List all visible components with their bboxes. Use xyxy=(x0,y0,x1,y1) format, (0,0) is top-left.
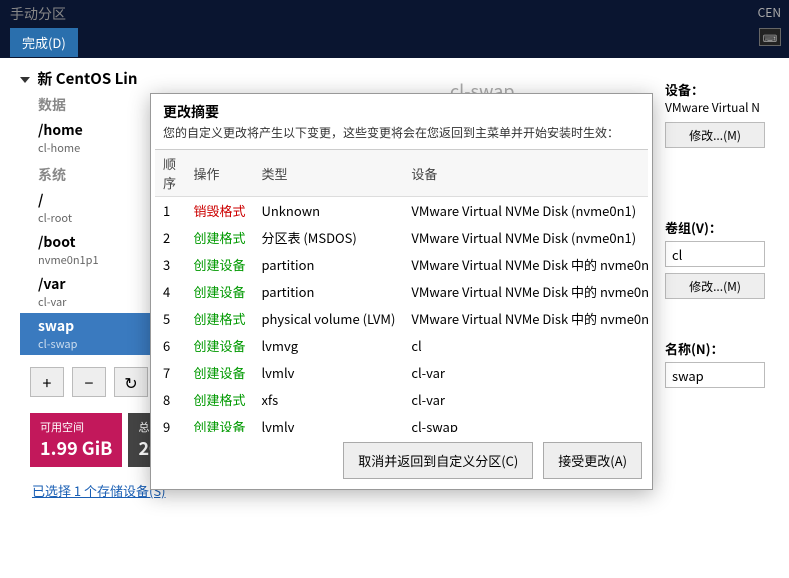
cancel-button[interactable]: 取消并返回到自定义分区(C) xyxy=(343,442,533,479)
table-row[interactable]: 1销毁格式UnknownVMware Virtual NVMe Disk (nv… xyxy=(155,197,648,225)
table-row[interactable]: 9创建设备lvmlvcl-swap xyxy=(155,413,648,432)
vg-modify-button[interactable]: 修改...(M) xyxy=(665,273,765,299)
cell-type: xfs xyxy=(253,386,403,413)
table-row[interactable]: 7创建设备lvmlvcl-var xyxy=(155,359,648,386)
name-input[interactable] xyxy=(665,362,765,388)
cell-action: 销毁格式 xyxy=(185,197,253,225)
device-label: 设备： xyxy=(665,80,785,99)
cell-action: 创建格式 xyxy=(185,224,253,251)
cell-device: cl-var xyxy=(403,359,648,386)
cell-type: physical volume (LVM) xyxy=(253,305,403,332)
cell-action: 创建设备 xyxy=(185,251,253,278)
page-title: 手动分区 xyxy=(10,0,779,24)
col-action: 操作 xyxy=(185,150,253,197)
cell-action: 创建格式 xyxy=(185,386,253,413)
table-row[interactable]: 6创建设备lvmvgcl xyxy=(155,332,648,359)
right-panel: 设备： VMware Virtual N 修改...(M) 卷组(V)： 修改.… xyxy=(665,70,785,388)
dialog-table-wrap: 顺序 操作 类型 设备 1销毁格式UnknownVMware Virtual N… xyxy=(155,149,648,432)
name-label: 名称(N)： xyxy=(665,339,785,358)
cell-type: partition xyxy=(253,278,403,305)
changes-table: 顺序 操作 类型 设备 1销毁格式UnknownVMware Virtual N… xyxy=(155,150,648,432)
new-install-header[interactable]: 新 CentOS Lin xyxy=(20,68,280,89)
vg-select[interactable] xyxy=(665,241,765,267)
cell-order: 5 xyxy=(155,305,185,332)
cell-device: VMware Virtual NVMe Disk 中的 nvme0n1p xyxy=(403,305,648,332)
cell-order: 3 xyxy=(155,251,185,278)
col-order: 顺序 xyxy=(155,150,185,197)
cell-order: 7 xyxy=(155,359,185,386)
table-row[interactable]: 5创建格式physical volume (LVM)VMware Virtual… xyxy=(155,305,648,332)
col-device: 设备 xyxy=(403,150,648,197)
cell-order: 4 xyxy=(155,278,185,305)
dialog-title: 更改摘要 xyxy=(151,94,652,124)
remove-mount-button[interactable]: − xyxy=(72,367,106,397)
cell-order: 8 xyxy=(155,386,185,413)
cell-action: 创建设备 xyxy=(185,332,253,359)
cell-type: lvmlv xyxy=(253,359,403,386)
table-header-row: 顺序 操作 类型 设备 xyxy=(155,150,648,197)
change-summary-dialog: 更改摘要 您的自定义更改将产生以下变更，这些变更将会在您返回到主菜单并开始安装时… xyxy=(150,93,653,490)
cell-order: 1 xyxy=(155,197,185,225)
chevron-down-icon xyxy=(20,77,30,83)
cell-order: 6 xyxy=(155,332,185,359)
cell-order: 9 xyxy=(155,413,185,432)
cell-type: Unknown xyxy=(253,197,403,225)
cell-type: 分区表 (MSDOS) xyxy=(253,224,403,251)
cell-device: VMware Virtual NVMe Disk (nvme0n1) xyxy=(403,224,648,251)
available-space-box: 可用空间 1.99 GiB xyxy=(30,413,122,467)
cell-type: lvmvg xyxy=(253,332,403,359)
available-space-label: 可用空间 xyxy=(40,419,112,435)
cell-order: 2 xyxy=(155,224,185,251)
accept-button[interactable]: 接受更改(A) xyxy=(543,442,642,479)
cell-type: lvmlv xyxy=(253,413,403,432)
cell-device: cl-swap xyxy=(403,413,648,432)
cell-device: cl-var xyxy=(403,386,648,413)
table-row[interactable]: 3创建设备partitionVMware Virtual NVMe Disk 中… xyxy=(155,251,648,278)
available-space-value: 1.99 GiB xyxy=(40,435,112,461)
col-type: 类型 xyxy=(253,150,403,197)
cell-device: VMware Virtual NVMe Disk 中的 nvme0n1p xyxy=(403,251,648,278)
cell-device: VMware Virtual NVMe Disk 中的 nvme0n1p xyxy=(403,278,648,305)
table-row[interactable]: 4创建设备partitionVMware Virtual NVMe Disk 中… xyxy=(155,278,648,305)
keyboard-icon[interactable]: ⌨ xyxy=(759,28,781,46)
add-mount-button[interactable]: + xyxy=(30,367,64,397)
cell-device: cl xyxy=(403,332,648,359)
header-bar: 手动分区 完成(D) CEN ⌨ xyxy=(0,0,789,58)
cell-action: 创建设备 xyxy=(185,413,253,432)
vg-label: 卷组(V)： xyxy=(665,218,785,237)
selected-devices-link[interactable]: 已选择 1 个存储设备(S) xyxy=(32,481,166,500)
cell-type: partition xyxy=(253,251,403,278)
dialog-footer: 取消并返回到自定义分区(C) 接受更改(A) xyxy=(151,432,652,489)
device-modify-button[interactable]: 修改...(M) xyxy=(665,122,765,148)
table-row[interactable]: 2创建格式分区表 (MSDOS)VMware Virtual NVMe Disk… xyxy=(155,224,648,251)
table-row[interactable]: 8创建格式xfscl-var xyxy=(155,386,648,413)
cell-action: 创建格式 xyxy=(185,305,253,332)
cell-action: 创建设备 xyxy=(185,278,253,305)
done-button[interactable]: 完成(D) xyxy=(10,28,78,57)
cell-device: VMware Virtual NVMe Disk (nvme0n1) xyxy=(403,197,648,225)
cell-action: 创建设备 xyxy=(185,359,253,386)
reload-button[interactable]: ↻ xyxy=(114,367,148,397)
device-value: VMware Virtual N xyxy=(665,99,785,116)
new-install-label: 新 CentOS Lin xyxy=(37,68,137,89)
distro-hint: CEN xyxy=(758,4,781,21)
dialog-description: 您的自定义更改将产生以下变更，这些变更将会在您返回到主菜单并开始安装时生效： xyxy=(151,124,652,149)
